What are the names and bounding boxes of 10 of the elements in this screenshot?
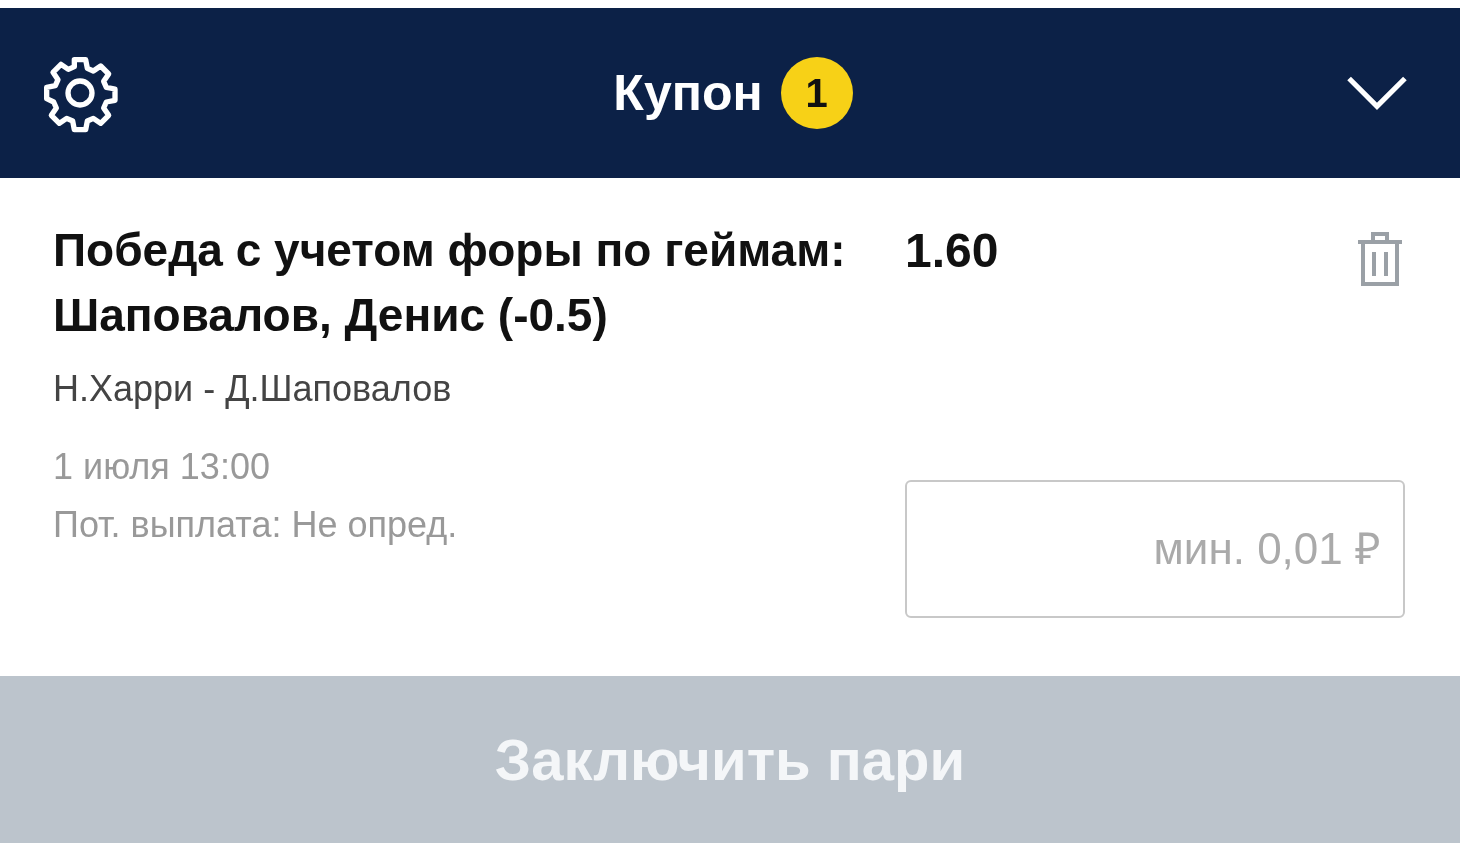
odds-value: 1.60 (905, 223, 999, 279)
count-badge: 1 (780, 57, 853, 129)
event-date: 1 июля 13:00 (53, 445, 271, 489)
match-name: Н.Харри - Д.Шаповалов (53, 368, 453, 410)
stake-field[interactable]: мин. 0,01 ₽ (905, 480, 1405, 618)
chevron-down-icon[interactable] (1346, 74, 1408, 112)
bet-title: Победа с учетом форы по геймам: Шаповалов, Денис (-0.5) (53, 223, 847, 343)
trash-icon[interactable] (1355, 230, 1405, 288)
coupon-title: Купон (613, 64, 763, 122)
payout-text: Пот. выплата: Не опред. (53, 503, 459, 547)
